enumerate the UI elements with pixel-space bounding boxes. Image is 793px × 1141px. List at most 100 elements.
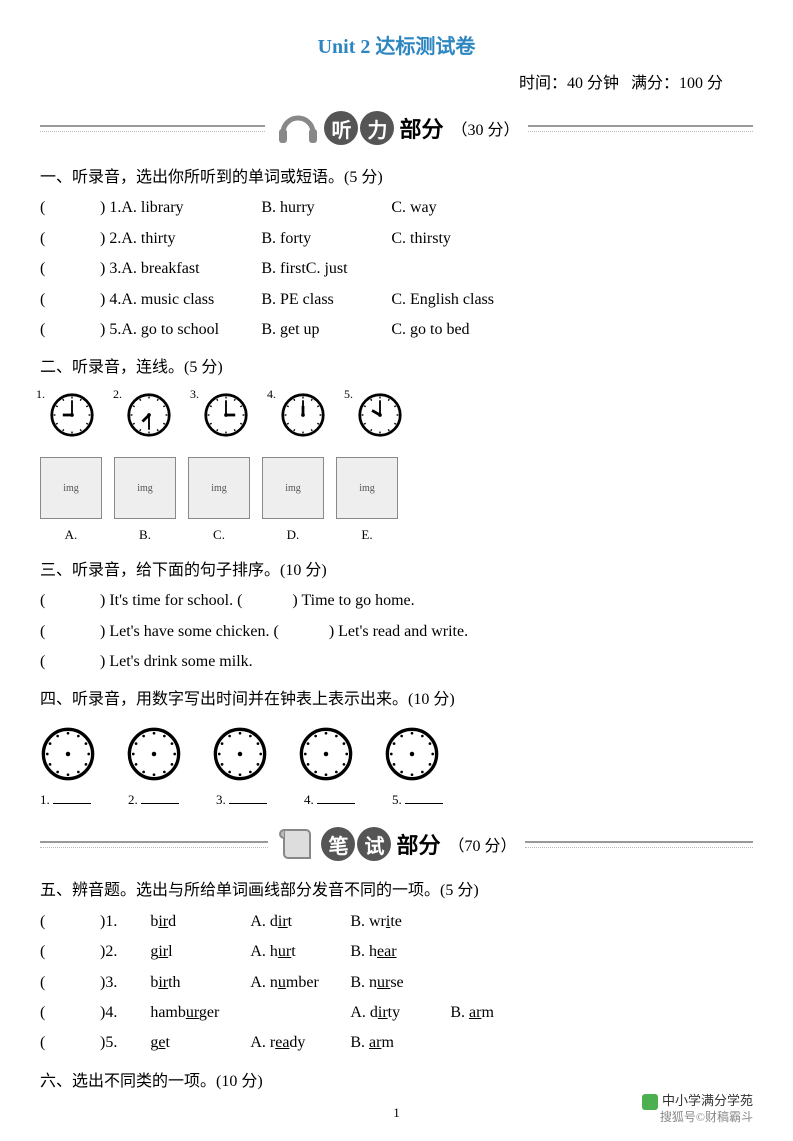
q5-row: () 5.getA. readyB. arm bbox=[40, 1028, 753, 1058]
time-blank[interactable]: 5. bbox=[392, 788, 470, 813]
picture-placeholder: img bbox=[188, 457, 250, 519]
q5-option-b: B. write bbox=[350, 907, 450, 937]
q5-num: 1. bbox=[105, 907, 150, 937]
picture-item: img A. bbox=[40, 457, 102, 548]
q3-row: () It's time for school. ( ) Time to go h… bbox=[40, 586, 753, 616]
q5-option-a: A. dirt bbox=[250, 907, 350, 937]
answer-blank[interactable]: ( bbox=[40, 224, 100, 254]
answer-blank[interactable]: ( bbox=[40, 907, 100, 937]
answer-blank[interactable]: ( bbox=[40, 193, 100, 223]
divider-left-2 bbox=[40, 841, 268, 848]
picture-placeholder: img bbox=[40, 457, 102, 519]
question-2: 二、听录音，连线。(5 分) 1.2.3.4.5. img A. img B. img C… bbox=[40, 353, 753, 547]
q1-instruction: 一、听录音，选出你所听到的单词或短语。(5 分) bbox=[40, 163, 753, 193]
clock-label: 1. bbox=[36, 387, 45, 401]
q1-row: () 4. A. music classB. PE classC. Englis… bbox=[40, 285, 753, 315]
picture-row: imgA.imgB.imgC.imgD.imgE. bbox=[40, 457, 753, 548]
answer-blank[interactable]: ( bbox=[40, 998, 100, 1028]
answer-blank[interactable]: ( bbox=[40, 968, 100, 998]
meta-line: 时间：40 分钟 满分：100 分 bbox=[40, 69, 753, 93]
time-blank[interactable]: 2. bbox=[128, 788, 206, 813]
q5-option-b: B. arm bbox=[350, 1028, 450, 1058]
clock-icon bbox=[280, 425, 326, 442]
answer-blank[interactable]: ( bbox=[40, 254, 100, 284]
written-header: 笔 试 部分 （70 分） bbox=[40, 822, 753, 866]
q2-instruction: 二、听录音，连线。(5 分) bbox=[40, 353, 753, 383]
answer-blank[interactable]: ( bbox=[40, 285, 100, 315]
blank-clock-icon[interactable] bbox=[40, 726, 96, 782]
answer-blank[interactable]: ( bbox=[40, 617, 100, 647]
q5-option-b: B. arm bbox=[450, 998, 550, 1028]
q5-option-b: B. nurse bbox=[350, 968, 450, 998]
written-points: （70 分） bbox=[449, 832, 517, 856]
clock-row: 1.2.3.4.5. bbox=[40, 392, 753, 449]
q5-word: girl bbox=[150, 937, 250, 967]
answer-blank[interactable]: ( bbox=[40, 937, 100, 967]
listening-header: 听 力 部分 （30 分） bbox=[40, 103, 753, 153]
clock-icon bbox=[203, 425, 249, 442]
picture-placeholder: img bbox=[336, 457, 398, 519]
divider-left bbox=[40, 125, 265, 132]
picture-label: E. bbox=[336, 523, 398, 548]
picture-placeholder: img bbox=[114, 457, 176, 519]
q5-num: 4. bbox=[105, 998, 150, 1028]
q3-text: ) Time to go home. bbox=[292, 592, 414, 609]
answer-blank[interactable]: ( bbox=[40, 647, 100, 677]
answer-blank[interactable]: ( bbox=[40, 315, 100, 345]
q5-word: hamburger bbox=[150, 998, 350, 1028]
answer-blank[interactable]: ( bbox=[40, 586, 100, 616]
q1-row: () 2. A. thirtyB. fortyC. thirsty bbox=[40, 224, 753, 254]
time-blank[interactable]: 1. bbox=[40, 788, 118, 813]
scroll-icon bbox=[276, 822, 320, 866]
bubble-listen-1: 听 bbox=[324, 111, 358, 145]
bubble-written-1: 笔 bbox=[321, 827, 355, 861]
watermark-line2: 搜狐号©财稿霸斗 bbox=[642, 1110, 753, 1126]
q5-option-a: A. number bbox=[250, 968, 350, 998]
q5-word: bird bbox=[150, 907, 250, 937]
time-blank[interactable]: 4. bbox=[304, 788, 382, 813]
picture-label: A. bbox=[40, 523, 102, 548]
q1-row: () 5. A. go to schoolB. get upC. go to b… bbox=[40, 315, 753, 345]
clock-icon bbox=[357, 425, 403, 442]
clock-label: 4. bbox=[267, 387, 276, 401]
question-3: 三、听录音，给下面的句子排序。(10 分) () It's time for s… bbox=[40, 556, 753, 678]
bubble-written-2: 试 bbox=[357, 827, 391, 861]
question-5: 五、辨音题。选出与所给单词画线部分发音不同的一项。(5 分) () 1.bird… bbox=[40, 876, 753, 1058]
picture-item: img B. bbox=[114, 457, 176, 548]
q3-row: () Let's have some chicken. () Let's rea… bbox=[40, 617, 753, 647]
q3-text: ) Let's have some chicken. ( bbox=[100, 623, 279, 640]
picture-label: B. bbox=[114, 523, 176, 548]
clock-item: 3. bbox=[194, 392, 249, 449]
q5-row: () 3.birthA. numberB. nurse bbox=[40, 968, 753, 998]
picture-item: img C. bbox=[188, 457, 250, 548]
q3-text: ) It's time for school. ( bbox=[100, 592, 242, 609]
answer-blank[interactable]: ( bbox=[40, 1028, 100, 1058]
clock-item: 1. bbox=[40, 392, 95, 449]
blank-clock-icon[interactable] bbox=[298, 726, 354, 782]
q5-num: 3. bbox=[105, 968, 150, 998]
written-part-label: 部分 bbox=[396, 828, 440, 860]
picture-item: imgD. bbox=[262, 457, 324, 548]
time-blank[interactable]: 3. bbox=[216, 788, 294, 813]
blank-clock-row bbox=[40, 726, 753, 782]
q1-row: () 3. A. breakfastB. firstC. just bbox=[40, 254, 753, 284]
q5-num: 2. bbox=[105, 937, 150, 967]
q3-instruction: 三、听录音，给下面的句子排序。(10 分) bbox=[40, 556, 753, 586]
question-4: 四、听录音，用数字写出时间并在钟表上表示出来。(10 分) 1. 2. 3. 4… bbox=[40, 685, 753, 812]
headphone-icon bbox=[273, 103, 323, 153]
q3-text: ) Let's drink some milk. bbox=[100, 653, 253, 670]
q5-option-a: A. dirty bbox=[350, 998, 450, 1028]
divider-right bbox=[528, 125, 753, 132]
clock-label: 2. bbox=[113, 387, 122, 401]
listening-part-label: 部分 bbox=[399, 112, 443, 144]
question-1: 一、听录音，选出你所听到的单词或短语。(5 分) () 1. A. librar… bbox=[40, 163, 753, 345]
blank-clock-icon[interactable] bbox=[384, 726, 440, 782]
exam-page: Unit 2 达标测试卷 时间：40 分钟 满分：100 分 听 力 部分 （3… bbox=[0, 0, 793, 1141]
picture-label: D. bbox=[262, 523, 324, 548]
clock-label: 3. bbox=[190, 387, 199, 401]
picture-label: C. bbox=[188, 523, 250, 548]
blank-clock-icon[interactable] bbox=[212, 726, 268, 782]
blank-clock-icon[interactable] bbox=[126, 726, 182, 782]
watermark: 中小学满分学苑 搜狐号©财稿霸斗 bbox=[642, 1093, 753, 1126]
q4-instruction: 四、听录音，用数字写出时间并在钟表上表示出来。(10 分) bbox=[40, 685, 753, 715]
